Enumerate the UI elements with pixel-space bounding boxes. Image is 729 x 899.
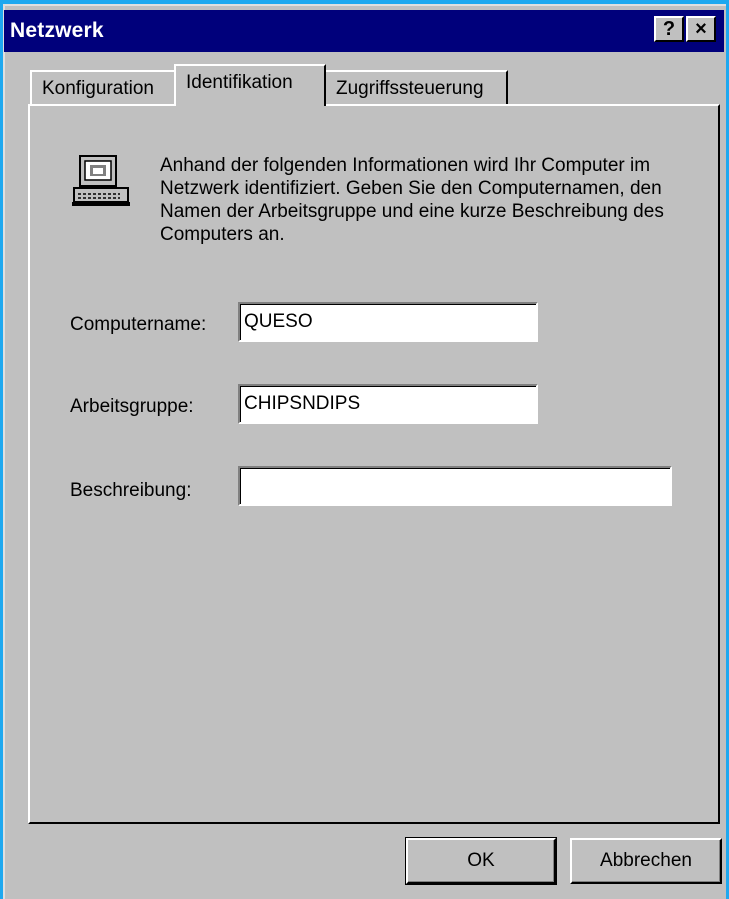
window-title: Netzwerk bbox=[10, 19, 104, 42]
workgroup-field[interactable] bbox=[238, 384, 538, 424]
computername-field[interactable] bbox=[238, 302, 538, 342]
workgroup-label: Arbeitsgruppe: bbox=[70, 396, 194, 417]
tab-label: Konfiguration bbox=[42, 78, 154, 99]
tab-konfiguration[interactable]: Konfiguration bbox=[30, 70, 176, 104]
cancel-button[interactable]: Abbrechen bbox=[570, 838, 722, 884]
tab-label: Zugriffssteuerung bbox=[336, 78, 484, 99]
help-icon: ? bbox=[662, 18, 676, 40]
tab-zugriffssteuerung[interactable]: Zugriffssteuerung bbox=[324, 70, 508, 104]
computer-icon bbox=[72, 155, 130, 206]
description-label: Beschreibung: bbox=[70, 480, 192, 501]
tab-label: Identifikation bbox=[186, 72, 293, 93]
identification-panel: Anhand der folgenden Informationen wird … bbox=[28, 104, 720, 824]
close-icon: × bbox=[695, 18, 707, 40]
ok-button[interactable]: OK bbox=[405, 837, 557, 885]
description-field[interactable] bbox=[238, 466, 672, 506]
title-bar[interactable]: Netzwerk ? × bbox=[4, 10, 724, 52]
computername-label: Computername: bbox=[70, 314, 207, 335]
close-button[interactable]: × bbox=[686, 16, 716, 42]
help-button[interactable]: ? bbox=[654, 16, 684, 42]
tab-identifikation[interactable]: Identifikation bbox=[174, 64, 326, 106]
description-text: Anhand der folgenden Informationen wird … bbox=[160, 155, 664, 245]
